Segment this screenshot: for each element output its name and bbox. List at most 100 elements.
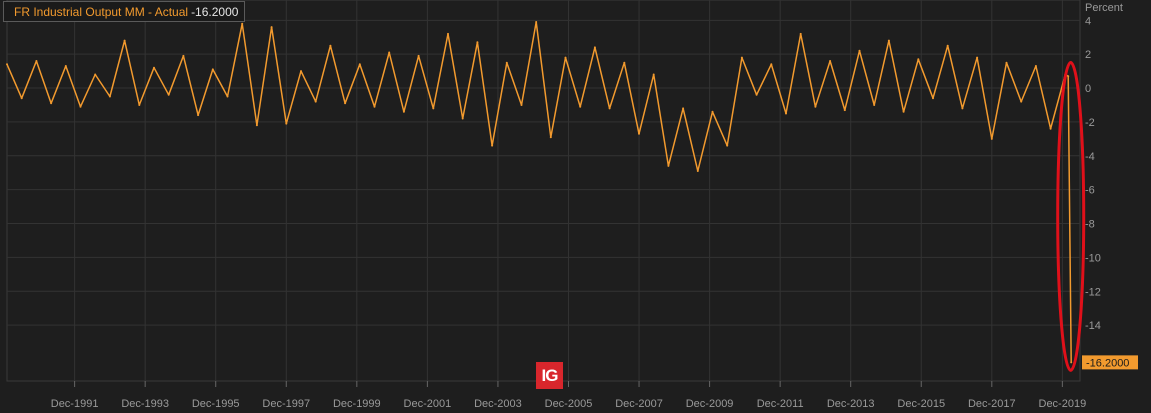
data-point xyxy=(255,124,258,127)
y-tick-label: -14 xyxy=(1085,320,1101,332)
data-point xyxy=(726,144,729,147)
data-point xyxy=(344,102,347,105)
y-tick-label: 0 xyxy=(1085,83,1091,95)
data-point xyxy=(1070,361,1073,364)
data-point xyxy=(814,105,817,108)
data-point xyxy=(123,39,126,42)
data-point xyxy=(153,66,155,69)
data-point xyxy=(608,107,611,110)
y-tick-label: 4 xyxy=(1085,15,1091,27)
y-tick-label: -6 xyxy=(1085,185,1095,197)
data-point xyxy=(961,107,964,110)
x-tick-label: Dec-1997 xyxy=(262,398,310,410)
data-point xyxy=(358,63,361,66)
y-tick-label: -12 xyxy=(1085,286,1101,298)
data-point xyxy=(932,97,934,100)
data-point xyxy=(64,65,67,67)
x-tick-label: Dec-1993 xyxy=(121,398,169,410)
data-point xyxy=(476,41,479,44)
data-point xyxy=(564,56,567,59)
x-tick-label: Dec-2019 xyxy=(1039,398,1087,410)
x-tick-label: Dec-2009 xyxy=(686,398,734,410)
data-point xyxy=(520,104,523,106)
data-point xyxy=(211,68,214,71)
data-point xyxy=(593,46,596,49)
data-point xyxy=(946,44,949,47)
data-point xyxy=(843,109,846,112)
data-point xyxy=(829,60,832,62)
legend-last-value: -16.2000 xyxy=(191,4,239,19)
data-point xyxy=(20,97,23,100)
data-point xyxy=(711,110,714,113)
legend-series-name: FR Industrial Output MM - Actual xyxy=(14,4,189,19)
data-point xyxy=(755,93,758,96)
last-value-label: -16.2000 xyxy=(1086,357,1129,369)
x-tick-label: Dec-2003 xyxy=(474,398,522,410)
data-point xyxy=(770,63,773,66)
x-tick-label: Dec-1991 xyxy=(51,398,99,410)
data-point xyxy=(976,56,979,59)
x-tick-label: Dec-2017 xyxy=(968,398,1016,410)
data-point xyxy=(785,112,787,115)
data-point xyxy=(108,95,111,98)
data-point xyxy=(447,32,449,35)
data-point xyxy=(491,144,494,147)
data-point xyxy=(902,110,905,113)
data-point xyxy=(535,21,538,23)
data-point xyxy=(740,56,743,59)
data-point xyxy=(990,137,993,140)
x-tick-label: Dec-2011 xyxy=(757,398,804,410)
data-point xyxy=(858,49,861,52)
legend: FR Industrial Output MM - Actual -16.200… xyxy=(3,1,246,22)
data-point xyxy=(799,32,802,35)
data-point xyxy=(505,61,508,64)
data-point xyxy=(373,105,376,108)
data-point xyxy=(682,107,685,110)
data-point xyxy=(197,114,200,117)
x-tick-label: Dec-1999 xyxy=(333,398,381,410)
y-tick-label: -4 xyxy=(1085,151,1095,163)
data-point xyxy=(35,60,38,62)
data-point xyxy=(182,54,185,57)
y-axis-title: Percent xyxy=(1085,2,1123,14)
data-point xyxy=(285,122,288,125)
data-point xyxy=(1049,127,1052,130)
ig-logo: IG xyxy=(536,362,563,389)
data-point xyxy=(417,54,420,57)
data-point xyxy=(79,105,82,108)
data-point xyxy=(1020,100,1023,103)
y-tick-label: -10 xyxy=(1085,252,1101,264)
line-chart: 4 2 0 -2 -4 -6 -8 -10 -12 -14 Percent Dec-1991 Dec… xyxy=(0,0,1151,413)
y-tick-label: -2 xyxy=(1085,117,1095,129)
x-tick-label: Dec-2001 xyxy=(404,398,452,410)
data-point xyxy=(1034,65,1037,67)
data-point xyxy=(652,73,655,76)
x-tick-label: Dec-2005 xyxy=(545,398,593,410)
data-point xyxy=(167,93,170,96)
data-point xyxy=(94,73,97,76)
y-tick-label: -8 xyxy=(1085,219,1095,231)
y-tick-label: 2 xyxy=(1085,49,1091,61)
data-point xyxy=(638,132,640,135)
data-point xyxy=(270,26,273,29)
x-tick-label: Dec-2007 xyxy=(615,398,663,410)
data-point xyxy=(402,110,405,113)
data-point xyxy=(667,164,670,167)
data-point xyxy=(50,102,53,105)
x-tick-label: Dec-2015 xyxy=(897,398,945,410)
data-point xyxy=(1005,61,1008,64)
data-point xyxy=(329,44,332,47)
data-point xyxy=(579,105,582,108)
data-point xyxy=(696,170,699,172)
data-point xyxy=(873,104,876,106)
data-point xyxy=(887,39,890,42)
data-point xyxy=(314,100,317,103)
data-point xyxy=(917,58,920,61)
data-point xyxy=(1067,75,1070,78)
data-point xyxy=(623,61,626,64)
data-point xyxy=(226,95,229,98)
data-point xyxy=(432,107,435,110)
data-point xyxy=(388,51,391,54)
data-point xyxy=(300,70,302,73)
data-point xyxy=(461,117,464,120)
